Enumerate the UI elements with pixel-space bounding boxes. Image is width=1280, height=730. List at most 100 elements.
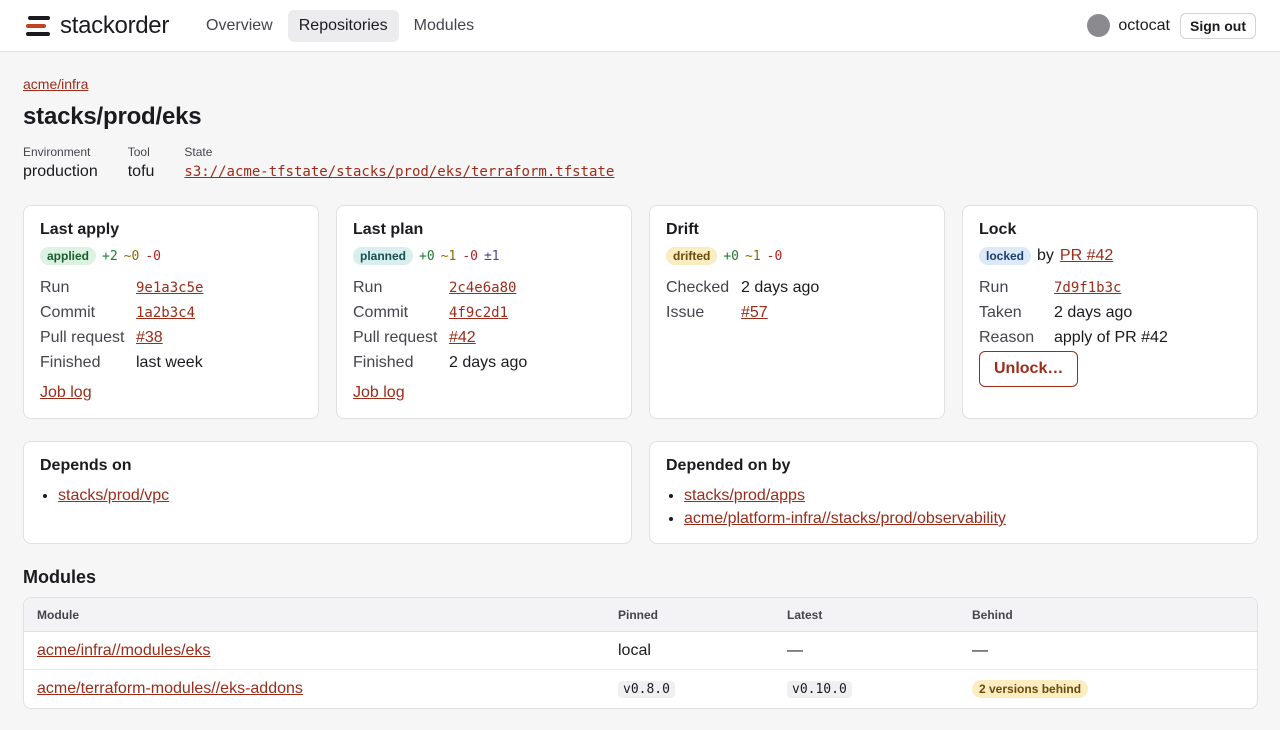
stack-meta: Environment production Tool tofu State s… <box>23 145 1258 181</box>
latest-value: v0.10.0 <box>787 681 852 698</box>
state-link[interactable]: s3://acme-tfstate/stacks/prod/eks/terraf… <box>184 164 614 180</box>
commit-label: Commit <box>40 304 96 321</box>
modules-table: Module Pinned Latest Behind acme/infra//… <box>23 597 1258 709</box>
sign-out-button[interactable]: Sign out <box>1180 12 1256 39</box>
unlock-button[interactable]: Unlock… <box>979 351 1079 387</box>
list-item: stacks/prod/vpc <box>58 484 615 507</box>
depends-on-card: Depends on stacks/prod/vpc <box>23 441 632 544</box>
card-title: Depends on <box>40 457 132 474</box>
destroy-count: -0 <box>766 248 783 264</box>
stack-logo-icon <box>26 15 52 36</box>
main-content: acme/infra stacks/prod/eks Environment p… <box>0 52 1280 709</box>
dependency-link[interactable]: stacks/prod/vpc <box>58 487 169 504</box>
col-latest: Latest <box>787 607 823 622</box>
taken-value: 2 days ago <box>1054 304 1133 321</box>
breadcrumb[interactable]: acme/infra <box>23 76 88 92</box>
main-nav: Overview Repositories Modules <box>195 9 485 42</box>
nav-overview[interactable]: Overview <box>195 10 284 42</box>
environment-label: Environment <box>23 145 91 159</box>
list-item: acme/platform-infra//stacks/prod/observa… <box>684 507 1241 530</box>
reason-value: apply of PR #42 <box>1054 329 1168 346</box>
pr-label: Pull request <box>40 329 125 346</box>
run-label: Run <box>353 279 383 296</box>
add-count: +2 <box>102 248 118 264</box>
last-plan-card: Last plan planned +0 ~1 -0 ±1 Run 2c4e6a… <box>336 205 632 419</box>
finished-value: 2 days ago <box>449 354 528 371</box>
pr-label: Pull request <box>353 329 438 346</box>
dependent-link[interactable]: stacks/prod/apps <box>684 487 805 504</box>
reason-label: Reason <box>979 329 1035 346</box>
avatar[interactable] <box>1087 14 1111 37</box>
brand[interactable]: stackorder <box>26 12 169 40</box>
card-title: Depended on by <box>666 457 791 474</box>
nav-repositories[interactable]: Repositories <box>287 9 399 42</box>
by-label: by <box>1037 247 1054 264</box>
nav-modules[interactable]: Modules <box>403 10 485 42</box>
checked-label: Checked <box>666 279 730 296</box>
finished-label: Finished <box>353 354 414 371</box>
module-link[interactable]: acme/terraform-modules//eks-addons <box>37 680 618 698</box>
depended-on-by-list: stacks/prod/apps acme/platform-infra//st… <box>666 484 1241 530</box>
list-item: stacks/prod/apps <box>684 484 1241 507</box>
top-navbar: stackorder Overview Repositories Modules… <box>0 0 1280 52</box>
depended-on-by-card: Depended on by stacks/prod/apps acme/pla… <box>649 441 1258 544</box>
brand-name: stackorder <box>60 11 170 39</box>
card-title: Last plan <box>353 221 424 238</box>
run-link[interactable]: 9e1a3c5e <box>136 280 302 296</box>
tool-value: tofu <box>127 163 155 180</box>
run-link[interactable]: 2c4e6a80 <box>449 280 615 296</box>
change-count: ~1 <box>745 248 761 264</box>
run-link[interactable]: 7d9f1b3c <box>1054 280 1241 296</box>
behind-value: — <box>972 641 988 659</box>
pr-link[interactable]: #42 <box>449 329 615 347</box>
change-count: ~0 <box>123 248 140 264</box>
pinned-value: local <box>618 641 651 659</box>
col-pinned: Pinned <box>618 607 659 622</box>
replace-count: ±1 <box>483 248 500 264</box>
finished-value: last week <box>136 354 203 371</box>
pinned-value: v0.8.0 <box>618 681 675 698</box>
job-log-link[interactable]: Job log <box>40 384 92 402</box>
tool-label: Tool <box>127 145 150 159</box>
commit-link[interactable]: 1a2b3c4 <box>136 305 302 321</box>
issue-link[interactable]: #57 <box>741 304 928 322</box>
status-cards: Last apply applied +2 ~0 -0 Run 9e1a3c5e… <box>23 205 1258 419</box>
user-menu: octocat Sign out <box>1087 12 1256 39</box>
page-title: stacks/prod/eks <box>23 103 202 130</box>
pr-link[interactable]: #38 <box>136 329 302 347</box>
dependencies: Depends on stacks/prod/vpc Depended on b… <box>23 441 1258 544</box>
environment-value: production <box>23 163 98 180</box>
status-badge: drifted <box>666 247 718 265</box>
job-log-link[interactable]: Job log <box>353 384 405 402</box>
status-badge: locked <box>979 247 1032 265</box>
status-badge: planned <box>353 247 414 265</box>
state-label: State <box>184 145 213 159</box>
status-badge: applied <box>40 247 97 265</box>
change-summary: +2 ~0 -0 <box>102 249 161 264</box>
finished-label: Finished <box>40 354 101 371</box>
card-title: Last apply <box>40 221 120 238</box>
dependent-link[interactable]: acme/platform-infra//stacks/prod/observa… <box>684 510 1006 527</box>
table-row: acme/infra//modules/eks local — — <box>24 632 1257 670</box>
issue-label: Issue <box>666 304 705 321</box>
commit-link[interactable]: 4f9c2d1 <box>449 305 615 321</box>
add-count: +0 <box>723 248 739 264</box>
modules-heading: Modules <box>23 567 97 587</box>
latest-value: — <box>787 641 803 659</box>
table-header: Module Pinned Latest Behind <box>24 598 1257 632</box>
lock-pr-link[interactable]: PR #42 <box>1060 247 1113 265</box>
behind-badge: 2 versions behind <box>972 680 1089 698</box>
module-link[interactable]: acme/infra//modules/eks <box>37 642 618 660</box>
col-module: Module <box>37 607 79 622</box>
add-count: +0 <box>419 248 435 264</box>
username: octocat <box>1118 16 1170 34</box>
card-title: Drift <box>666 221 699 238</box>
change-summary: +0 ~1 -0 <box>723 249 782 264</box>
run-label: Run <box>979 279 1009 296</box>
change-summary: +0 ~1 -0 ±1 <box>419 249 500 264</box>
drift-card: Drift drifted +0 ~1 -0 Checked 2 days ag… <box>649 205 945 419</box>
table-row: acme/terraform-modules//eks-addons v0.8.… <box>24 670 1257 708</box>
lock-card: Lock locked by PR #42 Run 7d9f1b3c Taken… <box>962 205 1258 419</box>
commit-label: Commit <box>353 304 409 321</box>
depends-on-list: stacks/prod/vpc <box>40 484 615 507</box>
